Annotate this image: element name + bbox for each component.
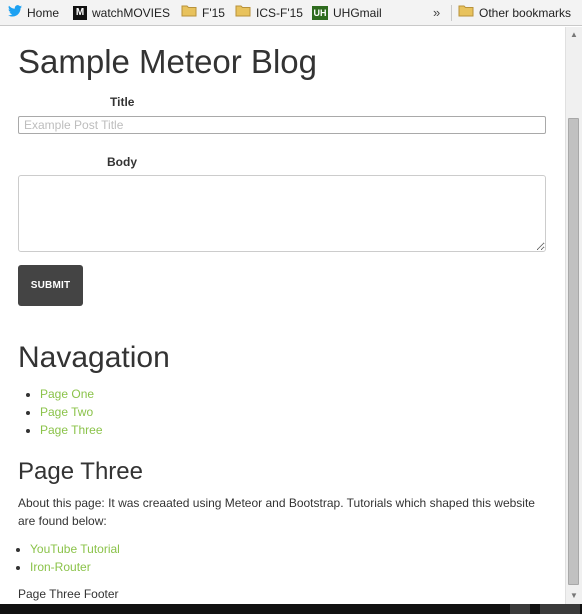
bookmark-uhgmail[interactable]: UH UHGmail (312, 4, 382, 22)
list-item: Page Three (40, 421, 103, 439)
taskbar-segment (540, 604, 580, 614)
list-item: Page Two (40, 403, 103, 421)
vertical-scrollbar[interactable]: ▲ ▼ (565, 27, 582, 604)
taskbar-strip (0, 604, 582, 614)
page-title: Sample Meteor Blog (18, 43, 317, 80)
section-heading: Page Three (18, 458, 143, 485)
bookmarks-overflow-button[interactable]: » (433, 4, 440, 22)
folder-icon (458, 4, 474, 22)
twitter-bird-icon (8, 4, 22, 22)
bookmarks-bar: Home M watchMOVIES F'15 ICS-F'15 UH UHGm… (0, 0, 582, 26)
bookmark-label: watchMOVIES (92, 6, 171, 20)
bookmark-label: ICS-F'15 (256, 6, 303, 20)
scrollbar-thumb[interactable] (568, 118, 579, 585)
bookmark-home[interactable]: Home (8, 4, 59, 22)
m-logo-icon: M (73, 6, 87, 20)
youtube-tutorial-link[interactable]: YouTube Tutorial (30, 542, 120, 556)
list-item: Page One (40, 385, 103, 403)
list-item: YouTube Tutorial (30, 540, 120, 558)
page-footer: Page Three Footer (18, 587, 119, 601)
scroll-up-arrow-icon[interactable]: ▲ (566, 27, 582, 43)
folder-icon (235, 4, 251, 22)
bookmark-label: Home (27, 6, 60, 20)
bookmark-label: F'15 (202, 6, 225, 20)
about-text: About this page: It was creaated using M… (18, 496, 535, 528)
list-item: Iron-Router (30, 558, 120, 576)
scroll-down-arrow-icon[interactable]: ▼ (566, 588, 582, 604)
page-content: Sample Meteor Blog Title Body SUBMIT Nav… (0, 27, 565, 604)
folder-icon (181, 4, 197, 22)
bookmark-label: Other bookmarks (479, 6, 572, 20)
body-textarea[interactable] (18, 175, 546, 252)
bookmarks-divider (451, 5, 452, 21)
submit-button[interactable]: SUBMIT (18, 265, 83, 306)
bookmark-label: UHGmail (333, 6, 382, 20)
title-input[interactable] (18, 116, 546, 134)
iron-router-link[interactable]: Iron-Router (30, 560, 91, 574)
bookmark-f15[interactable]: F'15 (181, 4, 225, 22)
bookmark-ics-f15[interactable]: ICS-F'15 (235, 4, 303, 22)
nav-link-page-one[interactable]: Page One (40, 387, 94, 401)
bookmark-watchmovies[interactable]: M watchMOVIES (73, 4, 170, 22)
navigation-list: Page One Page Two Page Three (18, 385, 103, 439)
bookmark-other-bookmarks[interactable]: Other bookmarks (458, 4, 571, 22)
title-label: Title (110, 95, 135, 109)
taskbar-segment (510, 604, 530, 614)
nav-link-page-three[interactable]: Page Three (40, 423, 103, 437)
navigation-heading: Navagation (18, 341, 170, 374)
browser-window: Home M watchMOVIES F'15 ICS-F'15 UH UHGm… (0, 0, 582, 614)
body-label: Body (107, 155, 137, 169)
uh-logo-icon: UH (312, 6, 328, 20)
tutorial-list: YouTube Tutorial Iron-Router (8, 540, 120, 576)
nav-link-page-two[interactable]: Page Two (40, 405, 93, 419)
